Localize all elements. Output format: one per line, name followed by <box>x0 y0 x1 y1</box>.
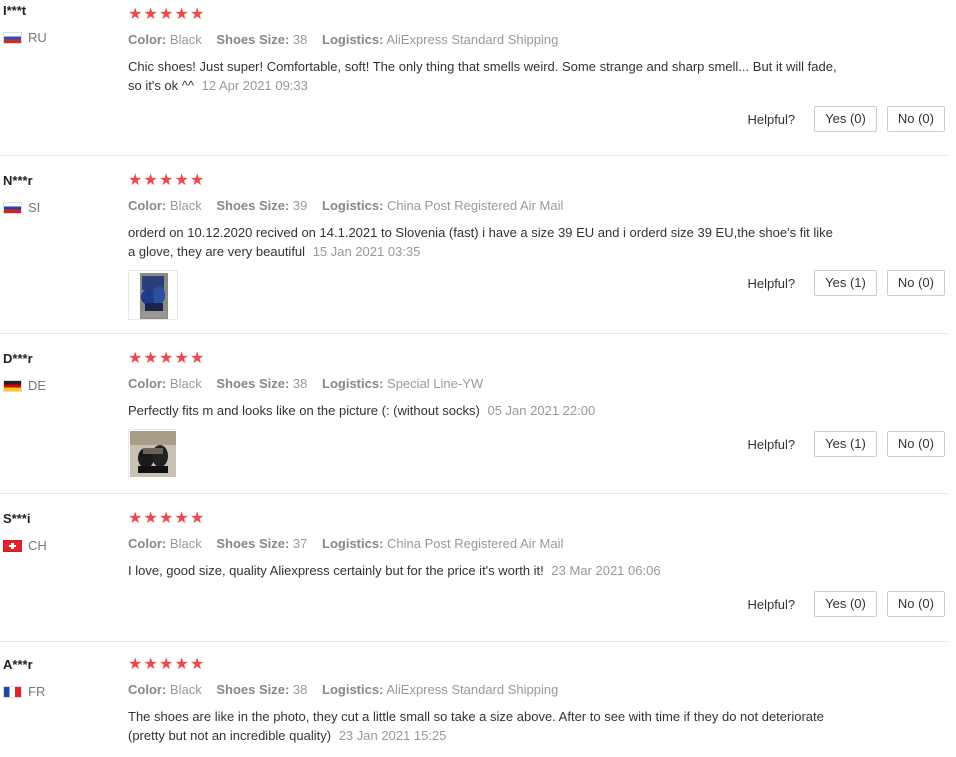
star-rating: ★★★★★ <box>128 657 948 673</box>
helpful-no-button[interactable]: No (0) <box>886 106 945 132</box>
helpful-no-button[interactable]: No (0) <box>886 270 945 296</box>
reviewer-info: N***r SI <box>3 173 113 216</box>
helpful-no-button[interactable]: No (0) <box>886 591 945 617</box>
reviewer-info: I***t RU <box>3 3 113 46</box>
star-icon: ★ <box>174 656 189 673</box>
helpful-label: Helpful? <box>747 596 796 612</box>
star-icon: ★ <box>128 350 143 367</box>
helpful-yes-button[interactable]: Yes (1) <box>814 431 877 457</box>
review-date: 23 Jan 2021 15:25 <box>338 728 447 743</box>
star-icon: ★ <box>159 172 174 189</box>
star-rating: ★★★★★ <box>128 351 948 367</box>
review-photo[interactable] <box>128 270 178 320</box>
helpful-vote: Helpful? Yes (1) No (0) <box>747 431 945 457</box>
star-icon: ★ <box>143 510 158 527</box>
review-feed: I***t RU ★★★★★ Color: Black Shoes Size: … <box>0 0 956 757</box>
reviewer-country: CH <box>3 538 113 554</box>
flag-de-icon <box>3 380 22 392</box>
sku-info: Color: Black Shoes Size: 38 Logistics: S… <box>128 376 484 391</box>
reviewer-info: A***r FR <box>3 657 113 700</box>
star-icon: ★ <box>174 510 189 527</box>
review-photo[interactable] <box>128 429 176 477</box>
star-icon: ★ <box>128 172 143 189</box>
helpful-vote: Helpful? Yes (0) No (0) <box>747 106 945 132</box>
star-icon: ★ <box>128 6 143 23</box>
review-text: orderd on 10.12.2020 recived on 14.1.202… <box>128 225 833 259</box>
flag-ru-icon <box>3 32 22 44</box>
helpful-yes-button[interactable]: Yes (0) <box>814 591 877 617</box>
country-code: SI <box>28 200 41 215</box>
star-icon: ★ <box>174 6 189 23</box>
helpful-label: Helpful? <box>747 111 796 127</box>
review-item: I***t RU ★★★★★ Color: Black Shoes Size: … <box>0 0 948 156</box>
reviewer-country: RU <box>3 30 113 46</box>
reviewer-name: A***r <box>3 657 33 672</box>
flag-si-icon <box>3 202 22 214</box>
reviewer-name: S***i <box>3 511 31 526</box>
sku-info: Color: Black Shoes Size: 38 Logistics: A… <box>128 682 559 697</box>
reviewer-country: DE <box>3 378 113 394</box>
star-icon: ★ <box>190 6 205 23</box>
star-icon: ★ <box>190 350 205 367</box>
star-icon: ★ <box>143 656 158 673</box>
reviewer-info: S***i CH <box>3 511 113 554</box>
helpful-label: Helpful? <box>747 275 796 291</box>
reviewer-name: I***t <box>3 3 27 18</box>
country-code: RU <box>28 30 47 45</box>
sku-info: Color: Black Shoes Size: 38 Logistics: A… <box>128 32 559 47</box>
reviewer-country: SI <box>3 200 113 216</box>
star-icon: ★ <box>174 172 189 189</box>
helpful-vote: Helpful? Yes (0) No (0) <box>747 591 945 617</box>
star-icon: ★ <box>190 172 205 189</box>
review-text: I love, good size, quality Aliexpress ce… <box>128 563 661 578</box>
star-icon: ★ <box>159 350 174 367</box>
star-rating: ★★★★★ <box>128 7 948 23</box>
review-text: The shoes are like in the photo, they cu… <box>128 709 824 743</box>
review-item: N***r SI ★★★★★ Color: Black Shoes Size: … <box>0 156 948 334</box>
country-code: FR <box>28 684 46 699</box>
sku-info: Color: Black Shoes Size: 37 Logistics: C… <box>128 536 564 551</box>
sku-info: Color: Black Shoes Size: 39 Logistics: C… <box>128 198 564 213</box>
flag-fr-icon <box>3 686 22 698</box>
country-code: DE <box>28 378 47 393</box>
review-date: 05 Jan 2021 22:00 <box>487 403 596 418</box>
star-rating: ★★★★★ <box>128 511 948 527</box>
review-date: 15 Jan 2021 03:35 <box>312 244 421 259</box>
reviewer-name: N***r <box>3 173 33 188</box>
star-icon: ★ <box>143 350 158 367</box>
review-date: 12 Apr 2021 09:33 <box>201 78 308 93</box>
star-icon: ★ <box>174 350 189 367</box>
star-icon: ★ <box>143 172 158 189</box>
star-icon: ★ <box>128 510 143 527</box>
reviewer-country: FR <box>3 684 113 700</box>
review-item: S***i CH ★★★★★ Color: Black Shoes Size: … <box>0 494 948 642</box>
star-icon: ★ <box>128 656 143 673</box>
star-icon: ★ <box>143 6 158 23</box>
review-item: D***r DE ★★★★★ Color: Black Shoes Size: … <box>0 334 948 494</box>
star-icon: ★ <box>159 6 174 23</box>
helpful-no-button[interactable]: No (0) <box>886 431 945 457</box>
helpful-yes-button[interactable]: Yes (0) <box>814 106 877 132</box>
flag-ch-icon <box>3 540 22 552</box>
star-icon: ★ <box>190 656 205 673</box>
review-text: Chic shoes! Just super! Comfortable, sof… <box>128 59 837 93</box>
helpful-vote: Helpful? Yes (1) No (0) <box>747 270 945 296</box>
review-date: 23 Mar 2021 06:06 <box>551 563 661 578</box>
reviewer-info: D***r DE <box>3 351 113 394</box>
review-item: A***r FR ★★★★★ Color: Black Shoes Size: … <box>0 642 948 757</box>
country-code: CH <box>28 538 47 553</box>
review-text: Perfectly fits m and looks like on the p… <box>128 403 596 418</box>
reviewer-name: D***r <box>3 351 33 366</box>
star-rating: ★★★★★ <box>128 173 948 189</box>
star-icon: ★ <box>190 510 205 527</box>
star-icon: ★ <box>159 510 174 527</box>
star-icon: ★ <box>159 656 174 673</box>
helpful-yes-button[interactable]: Yes (1) <box>814 270 877 296</box>
helpful-label: Helpful? <box>747 436 796 452</box>
